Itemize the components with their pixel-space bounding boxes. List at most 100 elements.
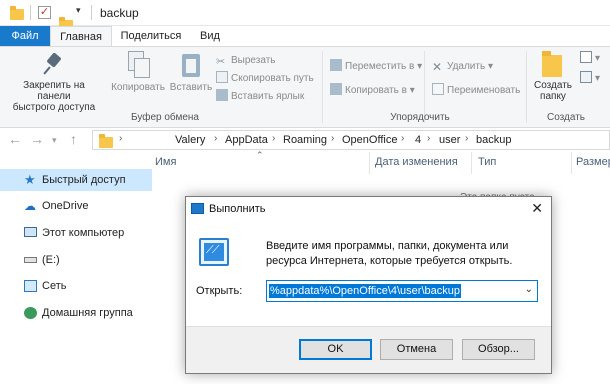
rename-icon — [432, 83, 444, 95]
chevron-right-icon[interactable]: › — [272, 133, 275, 144]
sort-ascending-icon: ⌃ — [256, 150, 264, 160]
tab-home[interactable]: Главная — [50, 26, 112, 47]
address-field[interactable]: › Valery › AppData › Roaming › OpenOffic… — [92, 130, 610, 150]
create-group-label: Создать — [546, 112, 585, 123]
nav-item-onedrive[interactable]: ☁ OneDrive — [0, 195, 152, 217]
network-icon — [24, 280, 37, 292]
dialog-title: Выполнить — [209, 203, 266, 215]
star-icon: ★ — [24, 172, 36, 187]
divider[interactable] — [571, 152, 572, 174]
nav-item-homegroup[interactable]: Домашняя группа — [0, 302, 152, 324]
run-dialog: Выполнить ✕ Введите имя программы, папки… — [185, 196, 552, 374]
nav-item-this-pc[interactable]: Этот компьютер — [0, 222, 152, 244]
close-icon[interactable]: ✕ — [531, 200, 543, 217]
move-to-icon — [330, 59, 342, 71]
divider — [526, 51, 527, 123]
rename-button[interactable]: Переименовать — [432, 83, 520, 99]
chevron-down-icon: ▾ — [487, 61, 493, 72]
breadcrumb-item[interactable]: OpenOffice — [342, 134, 397, 146]
chevron-down-icon: ▾ — [595, 53, 601, 64]
new-item-icon — [580, 51, 592, 63]
breadcrumb-item[interactable]: backup — [476, 134, 511, 146]
new-folder-label-1: Создать — [533, 80, 572, 91]
folder-icon — [99, 134, 113, 148]
ribbon: Закрепить на панели быстрого доступа Коп… — [0, 46, 610, 128]
scissors-icon: ✂ — [216, 56, 226, 68]
copy-path-icon — [216, 71, 228, 83]
nav-item-network[interactable]: Сеть — [0, 275, 152, 297]
dialog-body: Введите имя программы, папки, документа … — [186, 224, 551, 326]
column-header-size[interactable]: Размер — [576, 156, 610, 168]
chevron-right-icon[interactable]: › — [401, 133, 404, 144]
chevron-down-icon: ▾ — [595, 73, 601, 84]
column-header-name[interactable]: Имя — [155, 156, 176, 168]
chevron-right-icon[interactable]: › — [119, 133, 122, 144]
browse-button[interactable]: Обзор... — [462, 339, 535, 360]
move-to-button[interactable]: Переместить в ▾ — [330, 59, 422, 75]
chevron-right-icon[interactable]: › — [465, 133, 468, 144]
cloud-icon: ☁ — [24, 199, 36, 213]
breadcrumb-item[interactable]: AppData — [225, 134, 268, 146]
ribbon-tabs: Файл Главная Поделиться Вид — [0, 26, 610, 47]
new-item-button[interactable]: ▾ — [580, 51, 600, 67]
copy-path-button[interactable]: Скопировать путь — [216, 71, 314, 87]
nav-item-drive-e[interactable]: (E:) — [0, 249, 152, 271]
tab-share[interactable]: Поделиться — [112, 26, 190, 46]
new-folder-button[interactable]: Создать папку — [530, 51, 576, 102]
computer-icon — [24, 227, 37, 237]
nav-item-quick-access[interactable]: ★ Быстрый доступ — [0, 169, 152, 191]
pin-label-2: быстрого доступа — [12, 102, 96, 113]
chevron-right-icon[interactable]: › — [427, 133, 430, 144]
delete-button[interactable]: ✕ Удалить ▾ — [432, 59, 493, 75]
copy-button[interactable]: Копировать — [108, 51, 168, 93]
organize-group-label: Упорядочить — [390, 112, 450, 123]
easy-access-button[interactable]: ▾ — [580, 71, 600, 87]
folder-icon — [10, 6, 24, 20]
window-title: backup — [100, 6, 139, 20]
title-bar: ✓ ▾ backup — [0, 0, 610, 31]
copy-icon — [126, 51, 150, 79]
paste-button[interactable]: Вставить — [168, 51, 214, 93]
chevron-right-icon[interactable]: › — [331, 133, 334, 144]
breadcrumb-item[interactable]: Roaming — [283, 134, 327, 146]
tab-file[interactable]: Файл — [0, 26, 50, 46]
open-label: Открыть: — [196, 285, 243, 297]
divider[interactable] — [369, 152, 370, 174]
new-folder-label-2: папку — [540, 91, 566, 102]
breadcrumb-item[interactable]: Valery — [175, 134, 205, 146]
column-header-type[interactable]: Тип — [478, 156, 496, 168]
paste-shortcut-icon — [216, 89, 228, 101]
quick-access-dropdown-icon[interactable]: ▾ — [76, 5, 81, 16]
homegroup-icon — [24, 307, 37, 319]
open-input-value[interactable]: %appdata%\OpenOffice\4\user\backup — [269, 284, 461, 298]
forward-arrow-icon[interactable]: → — [30, 131, 44, 147]
recent-locations-icon[interactable]: ▾ — [52, 135, 57, 146]
chevron-down-icon: ▾ — [417, 61, 423, 72]
open-combobox[interactable]: %appdata%\OpenOffice\4\user\backup ⌄ — [266, 280, 538, 302]
cancel-button[interactable]: Отмена — [380, 339, 453, 360]
pin-to-quick-access-button[interactable]: Закрепить на панели быстрого доступа — [6, 51, 102, 113]
copy-label: Копировать — [111, 82, 165, 93]
paste-label: Вставить — [169, 82, 213, 93]
paste-shortcut-button[interactable]: Вставить ярлык — [216, 89, 304, 105]
back-arrow-icon[interactable]: ← — [8, 131, 22, 147]
divider[interactable] — [471, 152, 472, 174]
navigation-pane: ★ Быстрый доступ ☁ OneDrive Этот компьют… — [0, 152, 152, 384]
column-header-date[interactable]: Дата изменения — [375, 156, 458, 168]
copy-to-button[interactable]: Копировать в ▾ — [330, 83, 415, 99]
breadcrumb-item[interactable]: user — [439, 134, 460, 146]
tab-view[interactable]: Вид — [190, 26, 230, 46]
cut-button[interactable]: ✂ Вырезать — [216, 53, 275, 69]
chevron-right-icon[interactable]: › — [214, 133, 217, 144]
delete-icon: ✕ — [432, 60, 443, 74]
chevron-down-icon[interactable]: ⌄ — [525, 284, 533, 295]
pin-label-1: Закрепить на панели — [23, 80, 85, 102]
address-bar: ← → ▾ ↑ › Valery › AppData › Roaming › O… — [0, 128, 610, 152]
pin-icon — [41, 51, 67, 77]
divider — [91, 5, 92, 20]
ok-button[interactable]: OK — [299, 339, 372, 360]
properties-icon[interactable]: ✓ — [38, 6, 51, 19]
divider — [30, 5, 31, 20]
up-arrow-icon[interactable]: ↑ — [70, 131, 77, 147]
breadcrumb-item[interactable]: 4 — [415, 134, 421, 146]
